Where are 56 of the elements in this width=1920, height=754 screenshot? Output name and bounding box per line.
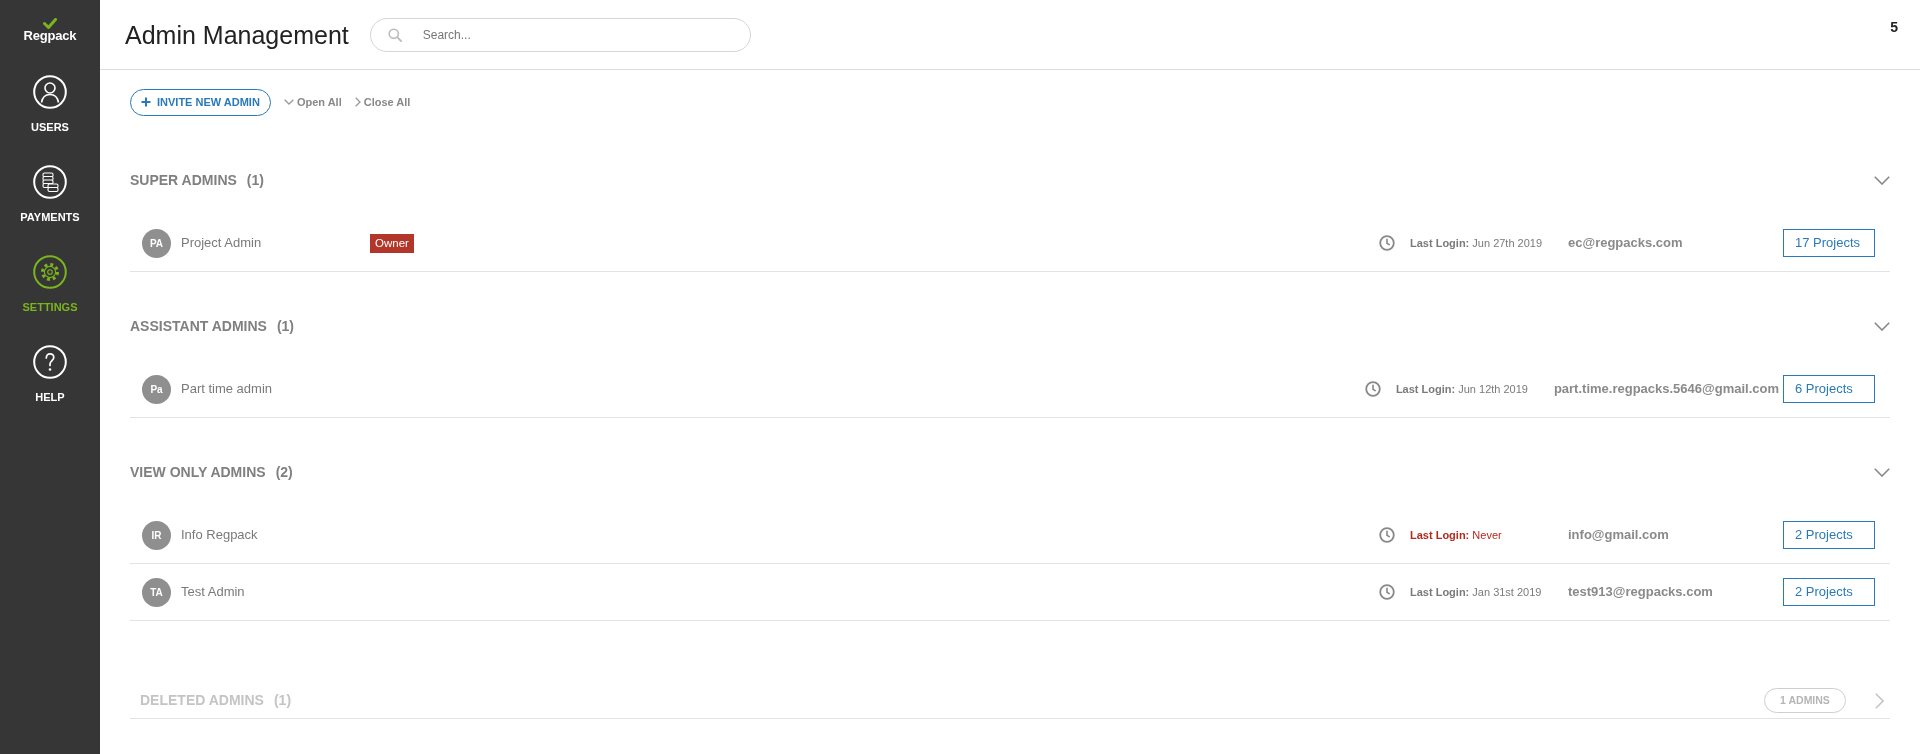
clock-icon xyxy=(1379,235,1395,251)
user-avatar: Pa xyxy=(142,374,171,404)
group-count: (1) xyxy=(276,316,294,336)
group-title: VIEW ONLY ADMINS xyxy=(130,462,266,482)
settings-icon xyxy=(33,255,67,289)
clock-icon xyxy=(1364,381,1381,397)
chevron-down-icon[interactable] xyxy=(1874,467,1890,477)
chevron-down-icon xyxy=(283,99,294,105)
group-count: (1) xyxy=(273,691,292,710)
coins-icon xyxy=(33,165,67,199)
last-login-text: Last Login: Never xyxy=(1410,527,1502,543)
user-avatar: PA xyxy=(142,228,171,258)
group-title: ASSISTANT ADMINS xyxy=(130,316,267,336)
email-text: info@gmail.com xyxy=(1568,526,1670,545)
checkmark-icon xyxy=(42,18,57,29)
projects-button[interactable]: 2 Projects xyxy=(1783,578,1875,606)
search-icon xyxy=(387,27,402,42)
invite-button[interactable]: INVITE NEW ADMIN xyxy=(130,88,271,116)
plus-icon xyxy=(141,97,151,107)
chevron-down-icon[interactable] xyxy=(1874,321,1890,331)
logo-text: Regpack xyxy=(23,29,77,42)
last-login-text: Last Login: Jun 12th 2019 xyxy=(1395,381,1528,397)
admin-name: Test Admin xyxy=(181,583,245,602)
sidebar-item[interactable]: SETTINGS xyxy=(22,255,78,314)
sidebar-item[interactable]: PAYMENTS xyxy=(20,165,80,224)
group-title: SUPER ADMINS xyxy=(130,170,237,190)
chevron-right-icon xyxy=(354,97,361,107)
user-avatar: IR xyxy=(142,520,171,550)
sidebar-item[interactable]: USERS xyxy=(31,75,69,134)
user-avatar: TA xyxy=(142,577,171,607)
page-title: Admin Management xyxy=(125,19,349,50)
open-all-link[interactable]: Open All xyxy=(283,93,342,111)
last-login-text: Last Login: Jan 31st 2019 xyxy=(1410,584,1542,600)
projects-button[interactable]: 6 Projects xyxy=(1783,375,1875,403)
clock-icon xyxy=(1379,527,1395,543)
admin-name: Project Admin xyxy=(181,234,262,253)
counter-text: 5 xyxy=(1890,18,1898,37)
clock-icon xyxy=(1379,584,1395,600)
email-text: part.time.regpacks.5646@gmail.com xyxy=(1553,380,1780,399)
close-all-link[interactable]: Close All xyxy=(354,93,411,111)
chevron-down-icon[interactable] xyxy=(1874,175,1890,185)
help-icon xyxy=(33,345,67,379)
email-text: test913@regpacks.com xyxy=(1568,583,1714,602)
owner-tag: Owner xyxy=(370,233,414,253)
last-login-text: Last Login: Jun 27th 2019 xyxy=(1410,235,1543,251)
group-count: (1) xyxy=(246,170,264,190)
projects-button[interactable]: 2 Projects xyxy=(1783,521,1875,549)
admin-name: Part time admin xyxy=(181,380,273,399)
admin-name: Info Regpack xyxy=(181,526,258,545)
search-field[interactable]: Search... xyxy=(369,17,751,52)
sidebar-item[interactable]: HELP xyxy=(33,345,67,404)
group-title: DELETED ADMINS xyxy=(140,691,264,710)
projects-button[interactable]: 17 Projects xyxy=(1783,229,1875,257)
group-count: (2) xyxy=(275,462,293,482)
email-text: ec@regpacks.com xyxy=(1568,234,1684,253)
user-icon xyxy=(33,75,67,109)
